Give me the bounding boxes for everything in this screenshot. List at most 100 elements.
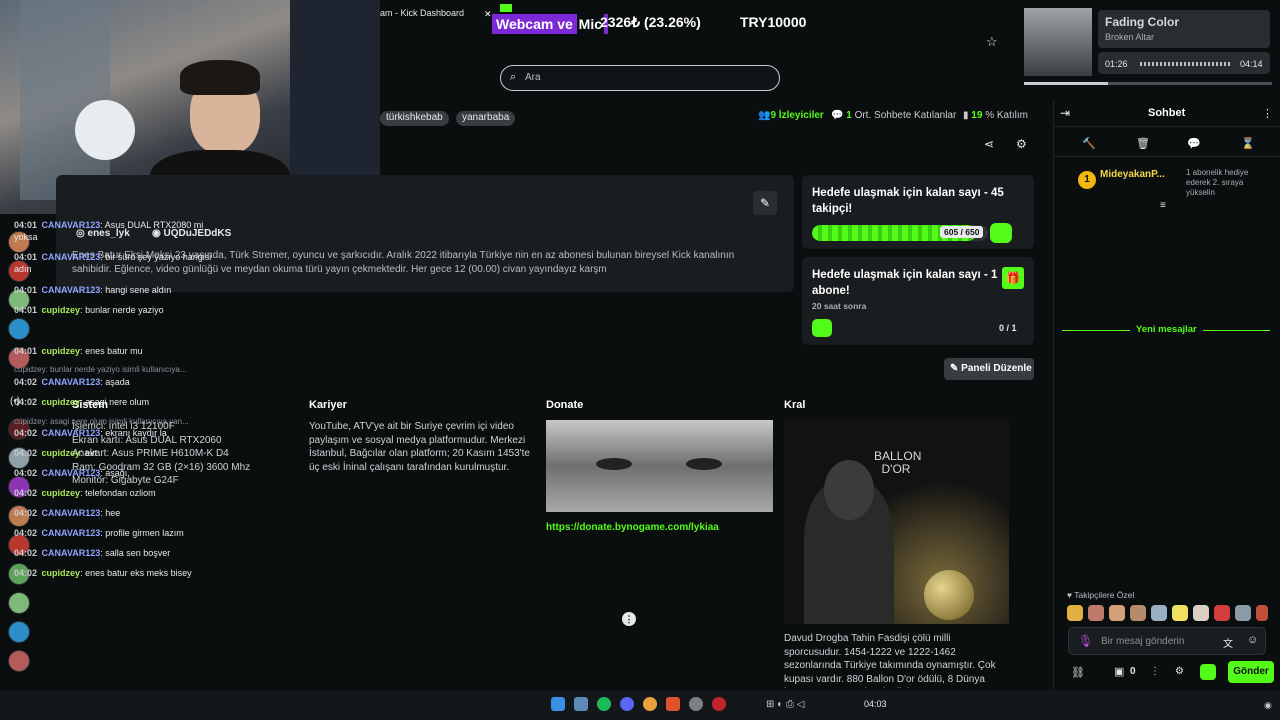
app-icon[interactable] (712, 697, 726, 711)
channel-avatar[interactable] (8, 318, 30, 340)
browser-tab[interactable]: am - Kick Dashboard (380, 8, 464, 18)
trash-icon[interactable]: 🗑 (1136, 137, 1150, 150)
user-settings-icon[interactable]: ⚙ (1016, 137, 1027, 151)
message-text: telefondan ozliom (85, 488, 156, 498)
track-progress-bar (1024, 82, 1108, 85)
chat-message[interactable]: 04:01 cupidzey: enes batur mu (14, 345, 214, 357)
edit-pencil-icon[interactable]: ✎ (753, 191, 777, 215)
search-input[interactable]: ⌕ Ara (500, 65, 780, 91)
chat-menu-icon[interactable]: ⋮ (1262, 107, 1273, 120)
chat-message[interactable]: 04:02 CANAVAR123: aşağı, (14, 467, 214, 479)
emote[interactable] (1109, 605, 1125, 621)
emote[interactable] (1214, 605, 1230, 621)
spotify-icon[interactable] (597, 697, 611, 711)
message-username[interactable]: cupidzey (42, 346, 81, 356)
kick-emote-icon[interactable] (1200, 664, 1216, 680)
hourglass-icon[interactable]: ⌛ (1241, 137, 1255, 150)
pencil-icon: ✎ (950, 363, 959, 374)
message-username[interactable]: CANAVAR123 (42, 508, 101, 518)
emote[interactable] (1088, 605, 1104, 621)
donate-link[interactable]: https://donate.bynogame.com/lykiaa (546, 522, 774, 533)
chat-message[interactable]: 04:02 CANAVAR123: ekranı kaydır la (14, 427, 214, 439)
message-username[interactable]: CANAVAR123 (42, 252, 101, 262)
chat-input-placeholder: Bir mesaj gönderin (1101, 636, 1185, 647)
more-options-icon[interactable]: ⋮ (622, 612, 636, 626)
emoji-icon[interactable]: ☺ (1247, 634, 1258, 646)
edit-panel-button[interactable]: ✎ Paneli Düzenle (944, 358, 1034, 380)
chat-message[interactable]: 04:02 cupidzey: evt (14, 447, 214, 459)
emote[interactable] (1067, 605, 1083, 621)
emote[interactable] (1172, 605, 1188, 621)
more-icon[interactable]: ⋮ (1150, 666, 1160, 677)
start-icon[interactable] (551, 697, 565, 711)
settings-gear-icon[interactable]: ⚙ (1175, 666, 1184, 677)
channel-avatar[interactable] (8, 592, 30, 614)
steam-icon[interactable] (689, 697, 703, 711)
chat-input[interactable]: 🎙 Bir mesaj gönderin 文 ☺ (1068, 627, 1266, 655)
tag-chip[interactable]: türkishkebab (380, 111, 449, 126)
notification-icon[interactable]: ◉ (1264, 700, 1272, 711)
chat-message[interactable]: 04:01 CANAVAR123: Asus DUAL RTX2080 mi y… (14, 219, 214, 243)
gift-prompt[interactable]: 1 abonelik hediye ederek 2. sıraya yükse… (1174, 168, 1264, 198)
discord-icon[interactable] (620, 697, 634, 711)
panel-text: Davud Drogba Tahin Fasdişi çölü milli sp… (784, 633, 996, 688)
chat-message[interactable]: 04:01 CANAVAR123: hangi sene aldın (14, 284, 214, 296)
message-username[interactable]: CANAVAR123 (42, 377, 101, 387)
goal-time: 20 saat sonra (812, 301, 867, 311)
tag-chip[interactable]: yanarbaba (456, 111, 516, 126)
message-username[interactable]: CANAVAR123 (42, 220, 101, 230)
message-icon[interactable]: 💬 (1187, 137, 1201, 150)
message-username[interactable]: CANAVAR123 (42, 468, 101, 478)
emote[interactable] (1235, 605, 1251, 621)
channel-avatar[interactable] (8, 650, 30, 672)
track-title: Fading Color (1105, 15, 1179, 29)
panel-text: YouTube, ATV'ye ait bir Suriye çevrim iç… (309, 421, 530, 473)
message-text: hee (105, 508, 121, 518)
emote[interactable] (1193, 605, 1209, 621)
message-username[interactable]: cupidzey (42, 568, 81, 578)
star-icon[interactable]: ☆ (986, 34, 998, 50)
gifter-username[interactable]: MideyakanP... (1100, 169, 1165, 180)
emote[interactable] (1256, 605, 1268, 621)
message-username[interactable]: cupidzey (42, 448, 81, 458)
ballon-dor-image: BALLON D'OR (784, 420, 1009, 624)
emote[interactable] (1151, 605, 1167, 621)
link-icon[interactable]: ⛓ (1071, 666, 1085, 679)
emote[interactable] (1130, 605, 1146, 621)
track-total: 04:14 (1240, 59, 1263, 69)
chat-message[interactable]: 04:02 cupidzey: asagi nere olum (14, 396, 214, 408)
chat-message[interactable]: 04:02 CANAVAR123: salla sen boşver (14, 547, 214, 559)
message-time: 04:01 (14, 220, 38, 230)
mod-hammer-icon[interactable]: 🔨 (1082, 137, 1096, 150)
chat-message[interactable]: 04:02 CANAVAR123: hee (14, 507, 214, 519)
translate-icon[interactable]: 文 (1223, 635, 1233, 650)
send-button[interactable]: Gönder (1228, 661, 1274, 683)
collapse-chat-icon[interactable]: ⇥ (1060, 106, 1070, 120)
chat-message[interactable]: 04:02 cupidzey: enes batur eks meks bise… (14, 567, 214, 579)
message-text: aşağı, (105, 468, 130, 478)
channel-avatar[interactable] (8, 621, 30, 643)
message-username[interactable]: CANAVAR123 (42, 528, 101, 538)
chrome-icon[interactable] (643, 697, 657, 711)
message-username[interactable]: cupidzey (42, 305, 81, 315)
close-tab-icon[interactable]: ✕ (484, 9, 492, 19)
expand-icon[interactable]: ≡ (1160, 200, 1166, 211)
donate-banner-image[interactable] (546, 420, 773, 512)
message-username[interactable]: CANAVAR123 (42, 548, 101, 558)
microphone-icon[interactable]: 🎙 (1078, 634, 1093, 648)
chat-message[interactable]: 04:02 CANAVAR123: profile girmen lazım (14, 527, 214, 539)
tray-icons[interactable]: ⊞ ◐ ⎙ ◁ (766, 699, 804, 710)
message-username[interactable]: cupidzey (42, 397, 81, 407)
chat-message[interactable]: 04:01 CANAVAR123: bir sürü şey yazıyo ha… (14, 251, 214, 275)
image-caption: BALLON D'OR (874, 449, 922, 476)
share-icon[interactable]: ⋖ (984, 137, 994, 151)
chat-message[interactable]: 04:02 CANAVAR123: aşada (14, 376, 214, 388)
message-username[interactable]: cupidzey (42, 488, 81, 498)
chat-message[interactable]: 04:01 cupidzey: bunlar nerde yaziyo (14, 304, 214, 316)
brave-icon[interactable] (666, 697, 680, 711)
message-username[interactable]: CANAVAR123 (42, 428, 101, 438)
message-time: 04:02 (14, 488, 38, 498)
app-icon[interactable] (574, 697, 588, 711)
message-username[interactable]: CANAVAR123 (42, 285, 101, 295)
chat-message[interactable]: 04:02 cupidzey: telefondan ozliom (14, 487, 214, 499)
